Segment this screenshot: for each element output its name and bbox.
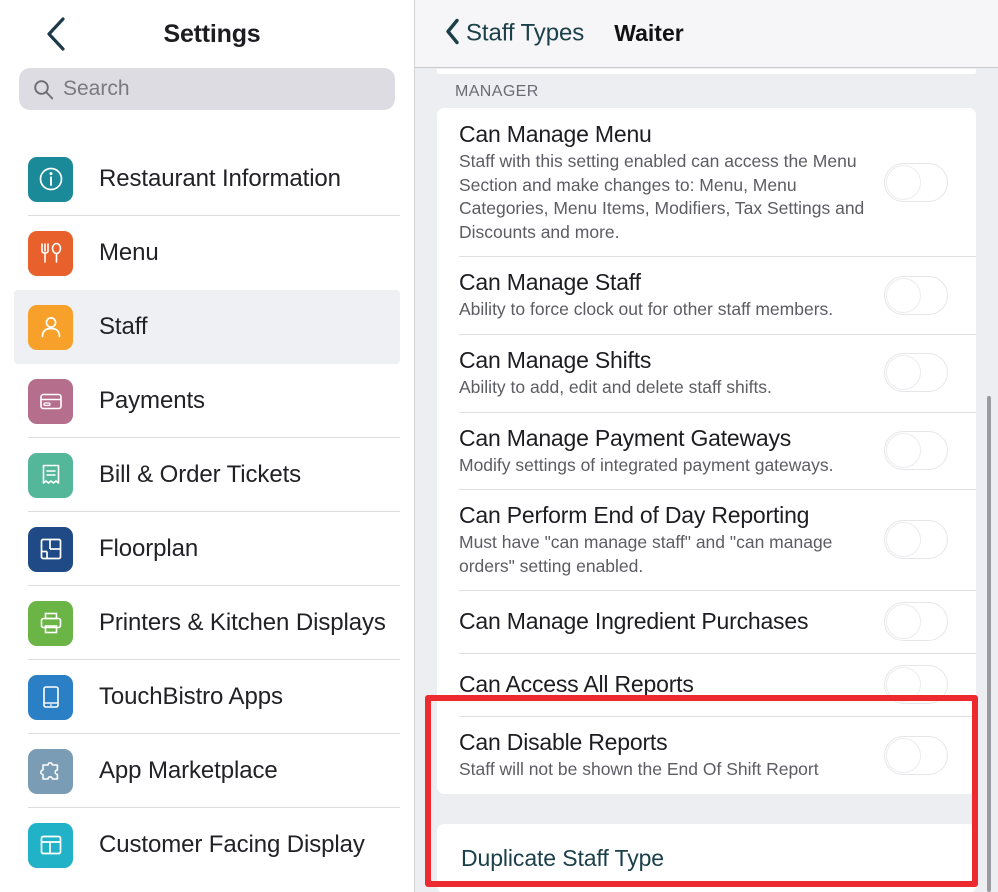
permission-description: Staff will not be shown the End Of Shift…: [459, 759, 819, 780]
staff-type-detail-panel: Staff Types Waiter MANAGER Can Manage Me…: [415, 0, 998, 892]
toggle-knob: [886, 667, 921, 703]
toggle-knob: [886, 355, 921, 391]
sidebar-item-label: Restaurant Information: [99, 165, 341, 192]
cutlery-icon: [28, 230, 73, 276]
sidebar-item-label: Printers & Kitchen Displays: [99, 609, 386, 636]
section-header-manager: MANAGER: [455, 83, 539, 100]
permission-text: Can Disable Reports Staff will not be sh…: [459, 728, 884, 782]
chevron-left-icon: [445, 18, 460, 49]
permission-description: Staff with this setting enabled can acce…: [459, 150, 865, 242]
printer-icon: [28, 600, 73, 646]
layout-icon: [28, 822, 73, 868]
permission-text: Can Manage Payment Gateways Modify setti…: [459, 424, 884, 478]
puzzle-icon: [28, 748, 73, 794]
permission-text: Can Manage Ingredient Purchases: [459, 607, 884, 636]
permission-toggle[interactable]: [884, 520, 948, 560]
toggle-knob: [886, 522, 921, 558]
sidebar-item-label: TouchBistro Apps: [99, 683, 283, 710]
search-icon: [33, 79, 54, 100]
permission-title: Can Manage Ingredient Purchases: [459, 608, 809, 635]
toggle-knob: [886, 737, 921, 773]
permission-toggle[interactable]: [884, 162, 948, 202]
permission-toggle[interactable]: [884, 602, 948, 642]
permission-title: Can Disable Reports: [459, 729, 668, 756]
permission-text: Can Perform End of Day Reporting Must ha…: [459, 501, 884, 578]
permission-row[interactable]: Can Perform End of Day Reporting Must ha…: [437, 489, 976, 590]
search-input[interactable]: [63, 77, 381, 101]
sidebar-item-label: Menu: [99, 239, 159, 266]
permission-title: Can Perform End of Day Reporting: [459, 502, 810, 529]
toggle-knob: [886, 604, 921, 640]
permission-text: Can Manage Shifts Ability to add, edit a…: [459, 346, 884, 400]
permission-description: Must have "can manage staff" and "can ma…: [459, 532, 833, 576]
search-container: [0, 68, 414, 110]
sidebar-item-bill-order-tickets[interactable]: Bill & Order Tickets: [0, 438, 400, 512]
permission-row[interactable]: Can Manage Payment Gateways Modify setti…: [437, 411, 976, 490]
search-box[interactable]: [19, 68, 395, 110]
permission-description: Modify settings of integrated payment ga…: [459, 454, 834, 475]
person-icon: [28, 304, 73, 350]
toggle-knob: [886, 432, 921, 468]
tablet-icon: [28, 674, 73, 720]
permission-row[interactable]: Can Manage Shifts Ability to add, edit a…: [437, 334, 976, 412]
sidebar-item-label: Bill & Order Tickets: [99, 461, 302, 488]
receipt-icon: [28, 452, 73, 498]
chevron-left-icon[interactable]: [38, 16, 74, 52]
permission-toggle[interactable]: [884, 353, 948, 393]
permission-toggle[interactable]: [884, 430, 948, 470]
sidebar-item-touchbistro-apps[interactable]: TouchBistro Apps: [0, 660, 400, 734]
info-icon: [28, 156, 73, 202]
sidebar-item-label: Payments: [99, 387, 205, 414]
permission-text: Can Manage Menu Staff with this setting …: [459, 120, 884, 244]
permissions-scroll-area[interactable]: MANAGER Can Manage Menu Staff with this …: [415, 69, 998, 892]
duplicate-staff-type-button[interactable]: Duplicate Staff Type: [437, 824, 976, 892]
floorplan-icon: [28, 526, 73, 572]
permission-toggle[interactable]: [884, 275, 948, 315]
permission-description: Ability to add, edit and delete staff sh…: [459, 377, 772, 398]
permission-row[interactable]: Can Manage Staff Ability to force clock …: [437, 256, 976, 334]
sidebar-item-staff[interactable]: Staff: [14, 290, 400, 364]
settings-app: Settings Search Restaurant Information M…: [0, 0, 998, 892]
back-label: Staff Types: [466, 19, 585, 47]
permission-text: Can Access All Reports: [459, 670, 884, 699]
sidebar-header: Settings: [0, 0, 414, 68]
duplicate-staff-type-label: Duplicate Staff Type: [461, 845, 665, 872]
toggle-knob: [886, 277, 921, 313]
back-to-staff-types-button[interactable]: Staff Types: [445, 18, 584, 49]
sidebar-item-restaurant-information[interactable]: Restaurant Information: [0, 142, 400, 216]
content-header: Staff Types Waiter: [415, 0, 998, 68]
permission-row[interactable]: Can Disable Reports Staff will not be sh…: [437, 716, 976, 794]
sidebar-item-label: Staff: [99, 313, 148, 340]
sidebar-item-label: Floorplan: [99, 535, 199, 562]
permission-title: Can Manage Payment Gateways: [459, 424, 792, 451]
permission-toggle[interactable]: [884, 665, 948, 705]
permissions-card: Can Manage Menu Staff with this setting …: [437, 108, 976, 795]
credit-card-icon: [28, 378, 73, 424]
settings-sidebar: Settings Search Restaurant Information M…: [0, 0, 415, 892]
permission-row[interactable]: Can Manage Menu Staff with this setting …: [437, 108, 976, 256]
sidebar-item-customer-facing-display[interactable]: Customer Facing Display: [0, 808, 400, 882]
sidebar-item-floorplan[interactable]: Floorplan: [0, 512, 400, 586]
sidebar-item-label: App Marketplace: [99, 757, 278, 784]
permission-title: Can Manage Menu: [459, 121, 652, 147]
sidebar-item-app-marketplace[interactable]: App Marketplace: [0, 734, 400, 808]
permission-text: Can Manage Staff Ability to force clock …: [459, 268, 884, 322]
permission-description: Ability to force clock out for other sta…: [459, 299, 834, 320]
sidebar-item-printers-kitchen-displays[interactable]: Printers & Kitchen Displays: [0, 586, 400, 660]
vertical-scrollbar[interactable]: [987, 396, 991, 892]
sidebar-item-label: Customer Facing Display: [99, 831, 365, 858]
sidebar-item-payments[interactable]: Payments: [0, 364, 400, 438]
permission-toggle[interactable]: [884, 735, 948, 775]
permission-title: Can Access All Reports: [459, 671, 694, 698]
toggle-knob: [886, 164, 921, 200]
permission-title: Can Manage Shifts: [459, 347, 652, 374]
permission-title: Can Manage Staff: [459, 269, 641, 296]
permission-row[interactable]: Can Access All Reports: [437, 653, 976, 716]
permission-row[interactable]: Can Manage Ingredient Purchases: [437, 590, 976, 653]
sidebar-list: Restaurant Information Menu Staff Paymen…: [0, 142, 414, 882]
sidebar-item-menu[interactable]: Menu: [0, 216, 400, 290]
